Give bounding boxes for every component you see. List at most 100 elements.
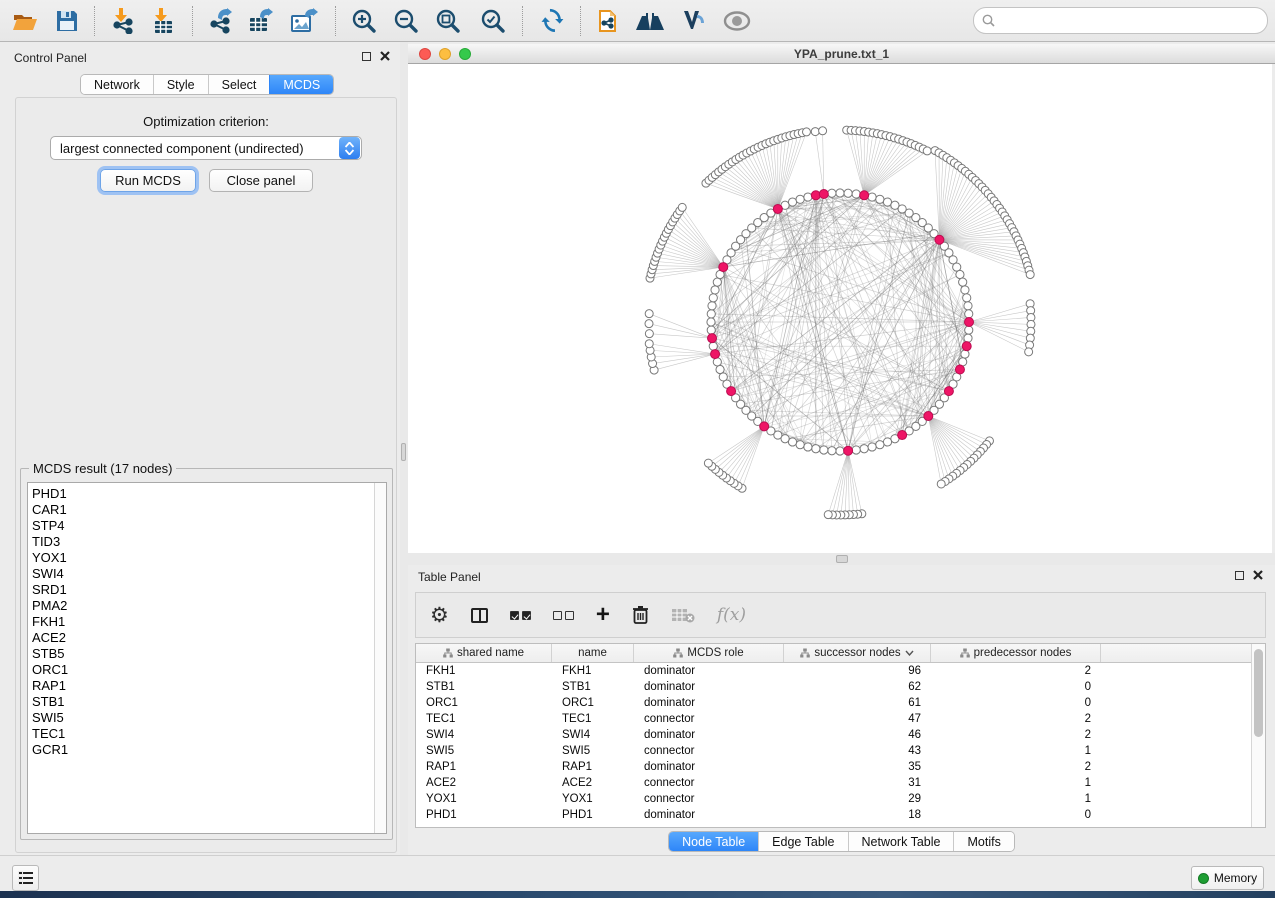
table-row[interactable]: ORC1ORC1dominator610	[416, 695, 1252, 711]
scrollbar-thumb[interactable]	[1254, 649, 1263, 737]
mcds-result-item[interactable]: TEC1	[28, 726, 386, 742]
table-row[interactable]: SWI4SWI4dominator462	[416, 727, 1252, 743]
table-cell: 2	[931, 727, 1101, 743]
mcds-result-item[interactable]: STB5	[28, 646, 386, 662]
table-settings-gear-icon[interactable]: ⚙	[430, 600, 449, 630]
float-panel-icon[interactable]	[362, 52, 371, 61]
table-cell: connector	[634, 775, 784, 791]
table-cell: 2	[931, 759, 1101, 775]
tab-motifs[interactable]: Motifs	[953, 832, 1013, 851]
mcds-result-item[interactable]: SWI5	[28, 710, 386, 726]
add-row-icon[interactable]: +	[596, 600, 610, 630]
tab-edge-table[interactable]: Edge Table	[758, 832, 847, 851]
show-graphics-details-icon[interactable]	[720, 5, 754, 37]
table-cell: TEC1	[416, 711, 552, 727]
mcds-result-list[interactable]: PHD1CAR1STP4TID3YOX1SWI4SRD1PMA2FKH1ACE2…	[27, 482, 387, 834]
share-document-icon[interactable]	[592, 5, 626, 37]
table-cell: 96	[784, 663, 931, 679]
splitter-grip[interactable]	[836, 555, 848, 563]
mcds-result-item[interactable]: YOX1	[28, 550, 386, 566]
mcds-result-item[interactable]: ACE2	[28, 630, 386, 646]
close-panel-icon[interactable]	[1253, 570, 1263, 580]
table-row[interactable]: FKH1FKH1dominator962	[416, 663, 1252, 679]
column-header-name[interactable]: name	[552, 644, 634, 662]
import-table-icon[interactable]	[146, 5, 180, 37]
list-scrollbar[interactable]	[374, 483, 386, 833]
task-history-button[interactable]	[12, 865, 39, 891]
vertical-splitter[interactable]	[400, 42, 408, 855]
mcds-result-item[interactable]: PMA2	[28, 598, 386, 614]
table-cell: FKH1	[416, 663, 552, 679]
tab-network[interactable]: Network	[81, 75, 153, 94]
table-row[interactable]: ACE2ACE2connector311	[416, 775, 1252, 791]
mcds-result-item[interactable]: RAP1	[28, 678, 386, 694]
table-row[interactable]: YOX1YOX1connector291	[416, 791, 1252, 807]
search-input[interactable]	[995, 11, 1267, 31]
mcds-result-group: MCDS result (17 nodes) PHD1CAR1STP4TID3Y…	[20, 468, 393, 840]
zoom-out-icon[interactable]	[389, 5, 423, 37]
close-panel-button[interactable]: Close panel	[209, 169, 313, 192]
column-header-predecessor-nodes[interactable]: predecessor nodes	[931, 644, 1101, 662]
tab-node-table[interactable]: Node Table	[669, 832, 758, 851]
network-graph[interactable]	[408, 64, 1272, 553]
table-cell: connector	[634, 743, 784, 759]
export-table-icon[interactable]	[244, 5, 278, 37]
open-session-icon[interactable]	[8, 5, 42, 37]
table-scrollbar[interactable]	[1251, 644, 1265, 827]
mcds-result-item[interactable]: PHD1	[28, 486, 386, 502]
table-row[interactable]: RAP1RAP1dominator352	[416, 759, 1252, 775]
mcds-result-item[interactable]: STP4	[28, 518, 386, 534]
table-cell: 1	[931, 791, 1101, 807]
splitter-grip[interactable]	[401, 443, 406, 461]
mcds-result-item[interactable]: GCR1	[28, 742, 386, 758]
table-row[interactable]: SWI5SWI5connector431	[416, 743, 1252, 759]
close-panel-icon[interactable]	[380, 51, 390, 61]
tab-style[interactable]: Style	[153, 75, 208, 94]
table-cell: 47	[784, 711, 931, 727]
search-network-icon[interactable]	[633, 5, 667, 37]
run-mcds-button[interactable]: Run MCDS	[100, 169, 196, 192]
zoom-selected-icon[interactable]	[476, 5, 510, 37]
export-network-icon[interactable]	[204, 5, 238, 37]
table-row[interactable]: TEC1TEC1connector472	[416, 711, 1252, 727]
network-canvas[interactable]	[408, 64, 1272, 553]
mcds-result-item[interactable]: ORC1	[28, 662, 386, 678]
save-session-icon[interactable]	[50, 5, 84, 37]
import-network-icon[interactable]	[106, 5, 140, 37]
column-header-shared-name[interactable]: shared name	[416, 644, 552, 662]
table-header-row: shared namenameMCDS rolesuccessor nodesp…	[416, 644, 1252, 663]
optimization-criterion-select[interactable]: largest connected component (undirected)	[50, 136, 362, 160]
mcds-result-item[interactable]: STB1	[28, 694, 386, 710]
mcds-result-item[interactable]: SWI4	[28, 566, 386, 582]
zoom-fit-icon[interactable]	[431, 5, 465, 37]
deselect-all-icon[interactable]	[553, 600, 574, 630]
table-cell: dominator	[634, 663, 784, 679]
tab-select[interactable]: Select	[208, 75, 270, 94]
mcds-result-item[interactable]: FKH1	[28, 614, 386, 630]
table-cell: YOX1	[416, 791, 552, 807]
column-header-MCDS-role[interactable]: MCDS role	[634, 644, 784, 662]
table-row[interactable]: PHD1PHD1dominator180	[416, 807, 1252, 823]
table-cell: 1	[931, 775, 1101, 791]
memory-button[interactable]: Memory	[1191, 866, 1264, 890]
mcds-result-item[interactable]: SRD1	[28, 582, 386, 598]
float-panel-icon[interactable]	[1235, 571, 1244, 580]
export-image-icon[interactable]	[288, 5, 322, 37]
tab-network-table[interactable]: Network Table	[848, 832, 954, 851]
table-cell: dominator	[634, 759, 784, 775]
mcds-result-item[interactable]: CAR1	[28, 502, 386, 518]
table-row[interactable]: STB1STB1dominator620	[416, 679, 1252, 695]
status-bar: Memory	[0, 855, 1275, 891]
select-all-icon[interactable]	[510, 600, 531, 630]
mcds-result-item[interactable]: TID3	[28, 534, 386, 550]
horizontal-splitter[interactable]	[408, 553, 1275, 565]
show-columns-icon[interactable]	[471, 600, 488, 630]
tab-mcds[interactable]: MCDS	[269, 75, 333, 94]
zoom-in-icon[interactable]	[347, 5, 381, 37]
table-cell: PHD1	[552, 807, 634, 823]
column-header-successor-nodes[interactable]: successor nodes	[784, 644, 931, 662]
delete-row-trash-icon[interactable]	[632, 600, 649, 630]
refresh-icon[interactable]	[536, 5, 570, 37]
network-window-titlebar[interactable]: YPA_prune.txt_1	[408, 44, 1275, 64]
visual-properties-icon[interactable]	[676, 5, 710, 37]
